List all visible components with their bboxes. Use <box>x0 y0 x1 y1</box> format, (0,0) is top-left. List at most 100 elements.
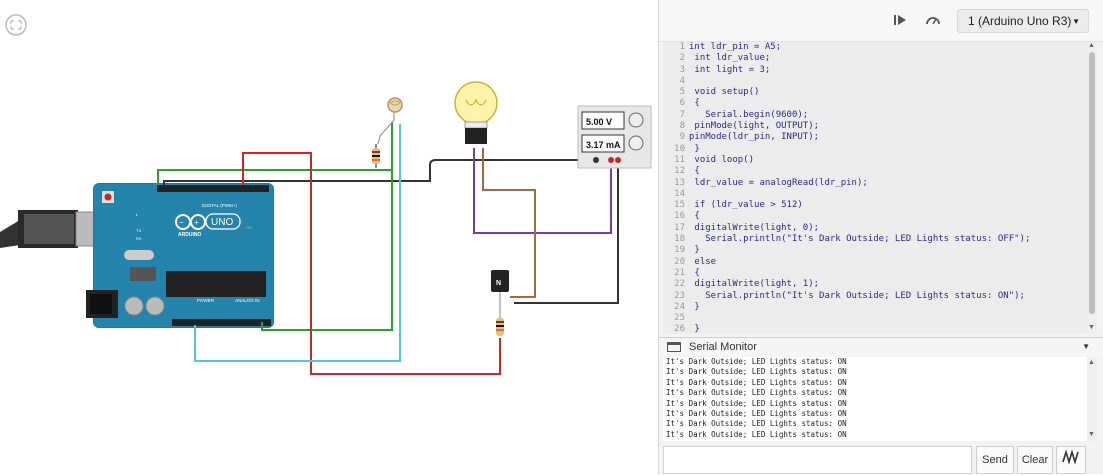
code-text: pinMode(light, OUTPUT); <box>689 121 820 132</box>
code-line[interactable]: 19 } <box>663 245 1087 256</box>
serial-line: It's Dark Outside; LED Lights status: ON <box>666 367 847 377</box>
line-number: 1 <box>679 42 685 52</box>
code-line[interactable]: 8 pinMode(light, OUTPUT); <box>663 121 1087 132</box>
line-number: 8 <box>679 121 685 132</box>
code-line[interactable]: 7 Serial.begin(9600); <box>663 110 1087 121</box>
code-line[interactable]: 25 <box>663 313 1087 324</box>
code-line[interactable]: 14 <box>663 189 1087 200</box>
serial-line: It's Dark Outside; LED Lights status: ON <box>666 419 847 429</box>
code-text: Serial.begin(9600); <box>689 109 809 120</box>
resistor-2[interactable] <box>496 318 504 336</box>
line-number: 20 <box>674 256 685 267</box>
serial-line: It's Dark Outside; LED Lights status: ON <box>666 357 847 366</box>
light-bulb[interactable] <box>454 81 498 144</box>
code-line[interactable]: 18 Serial.println("It's Dark Outside; LE… <box>663 234 1087 245</box>
clear-button[interactable]: Clear <box>1017 446 1053 474</box>
code-line[interactable]: 21 { <box>663 268 1087 279</box>
serial-line: It's Dark Outside; LED Lights status: ON <box>666 429 847 439</box>
code-line[interactable]: 16 { <box>663 211 1087 222</box>
serial-monitor-header[interactable]: Serial Monitor ▼ <box>659 337 1103 358</box>
transistor-label: N <box>496 280 501 287</box>
code-line[interactable]: 20 else <box>663 257 1087 268</box>
line-number: 12 <box>674 166 685 177</box>
code-line[interactable]: 24 } <box>663 302 1087 313</box>
power-supply[interactable]: 5.00 V 3.17 mA <box>577 105 652 169</box>
code-line[interactable]: 22 digitalWrite(light, 1); <box>663 279 1087 290</box>
npn-transistor[interactable]: N <box>491 270 509 292</box>
line-number: 6 <box>679 98 685 109</box>
circuit-svg[interactable]: − + UNO ARDUINO DIGITAL (PWM~) POWER ANA… <box>0 0 658 474</box>
chevron-down-icon: ▼ <box>1072 17 1080 26</box>
send-button[interactable]: Send <box>976 446 1014 474</box>
scroll-down-icon[interactable]: ▼ <box>1088 431 1095 438</box>
line-number: 11 <box>674 154 685 165</box>
line-number: 21 <box>674 267 685 278</box>
code-text: int ldr_value; <box>689 53 771 64</box>
line-number: 23 <box>674 290 685 301</box>
code-line[interactable]: 13 ldr_value = analogRead(ldr_pin); <box>663 178 1087 189</box>
scroll-up-icon[interactable]: ▲ <box>1088 359 1095 366</box>
code-line[interactable]: 26 } <box>663 324 1087 334</box>
scroll-up-icon[interactable]: ▲ <box>1088 42 1095 49</box>
step-play-icon[interactable] <box>891 11 911 31</box>
arduino-sub-label: ARDUINO <box>178 232 201 238</box>
chevron-down-icon[interactable]: ▼ <box>1082 342 1090 351</box>
usb-cable <box>0 210 105 248</box>
code-line[interactable]: 9 pinMode(ldr_pin, INPUT); <box>663 132 1087 143</box>
code-line[interactable]: 15 if (ldr_value > 512) <box>663 200 1087 211</box>
code-line[interactable]: 12 { <box>663 166 1087 177</box>
line-number: 2 <box>679 53 685 64</box>
code-text: } <box>689 245 700 256</box>
code-text: } <box>689 301 700 312</box>
serial-line: It's Dark Outside; LED Lights status: ON <box>666 409 847 419</box>
code-line[interactable]: 6 { <box>663 98 1087 109</box>
serial-input[interactable] <box>663 446 972 474</box>
line-number: 18 <box>674 234 685 245</box>
line-number: 7 <box>679 109 685 120</box>
code-text: { <box>689 267 700 278</box>
logo-plus: + <box>194 218 199 227</box>
digital-label: DIGITAL (PWM~) <box>202 203 237 208</box>
board-select[interactable]: 1 (Arduino Uno R3) ▼ <box>957 9 1089 33</box>
current-readout: 3.17 mA <box>586 140 621 150</box>
serial-line: It's Dark Outside; LED Lights status: ON <box>666 398 847 408</box>
code-scroll-thumb[interactable] <box>1089 52 1095 314</box>
code-line[interactable]: 1 int ldr_pin = A5; <box>663 42 1087 53</box>
ldr-sensor[interactable] <box>387 97 403 113</box>
code-line[interactable]: 11 void loop() <box>663 155 1087 166</box>
code-text: digitalWrite(light, 0); <box>689 222 820 233</box>
serial-monitor-title: Serial Monitor <box>689 341 757 353</box>
line-number: 15 <box>674 200 685 211</box>
line-number: 14 <box>674 188 685 199</box>
code-panel: 1 (Arduino Uno R3) ▼ 1 int ldr_pin = A5; 2… <box>658 0 1103 474</box>
voltage-readout: 5.00 V <box>586 117 612 127</box>
line-number: 19 <box>674 245 685 256</box>
serial-output[interactable]: It's Dark Outside; LED Lights status: ON… <box>663 357 1087 441</box>
rx-label: RX <box>136 236 142 241</box>
debug-gauge-icon[interactable] <box>923 11 943 31</box>
arduino-board[interactable]: − + UNO ARDUINO DIGITAL (PWM~) POWER ANA… <box>86 183 274 328</box>
code-line[interactable]: 2 int ldr_value; <box>663 53 1087 64</box>
code-line[interactable]: 3 int light = 3; <box>663 65 1087 76</box>
code-text: else <box>689 256 717 267</box>
serial-scrollbar[interactable]: ▲ ▼ <box>1087 357 1097 441</box>
resistor-1[interactable] <box>372 148 380 164</box>
circuit-canvas[interactable]: − + UNO ARDUINO DIGITAL (PWM~) POWER ANA… <box>0 0 658 474</box>
code-text: int ldr_pin = A5; <box>689 42 782 52</box>
line-number: 9 <box>679 132 685 143</box>
scroll-down-icon[interactable]: ▼ <box>1088 324 1095 331</box>
line-number: 25 <box>674 313 685 324</box>
line-number: 10 <box>674 143 685 154</box>
code-line[interactable]: 17 digitalWrite(light, 0); <box>663 223 1087 234</box>
code-line[interactable]: 4 <box>663 76 1087 87</box>
code-scrollbar[interactable]: ▲ ▼ <box>1087 42 1097 334</box>
code-editor[interactable]: 1 int ldr_pin = A5; 2 int ldr_value; 3 int … <box>663 42 1087 334</box>
power-label: POWER <box>197 298 215 303</box>
serial-line: It's Dark Outside; LED Lights status: ON <box>666 377 847 387</box>
code-line[interactable]: 23 Serial.println("It's Dark Outside; LE… <box>663 291 1087 302</box>
code-line[interactable]: 10 } <box>663 144 1087 155</box>
code-text: } <box>689 143 700 154</box>
fullscreen-icon[interactable] <box>5 14 27 36</box>
code-line[interactable]: 5 void setup() <box>663 87 1087 98</box>
graph-icon[interactable] <box>1056 446 1086 474</box>
